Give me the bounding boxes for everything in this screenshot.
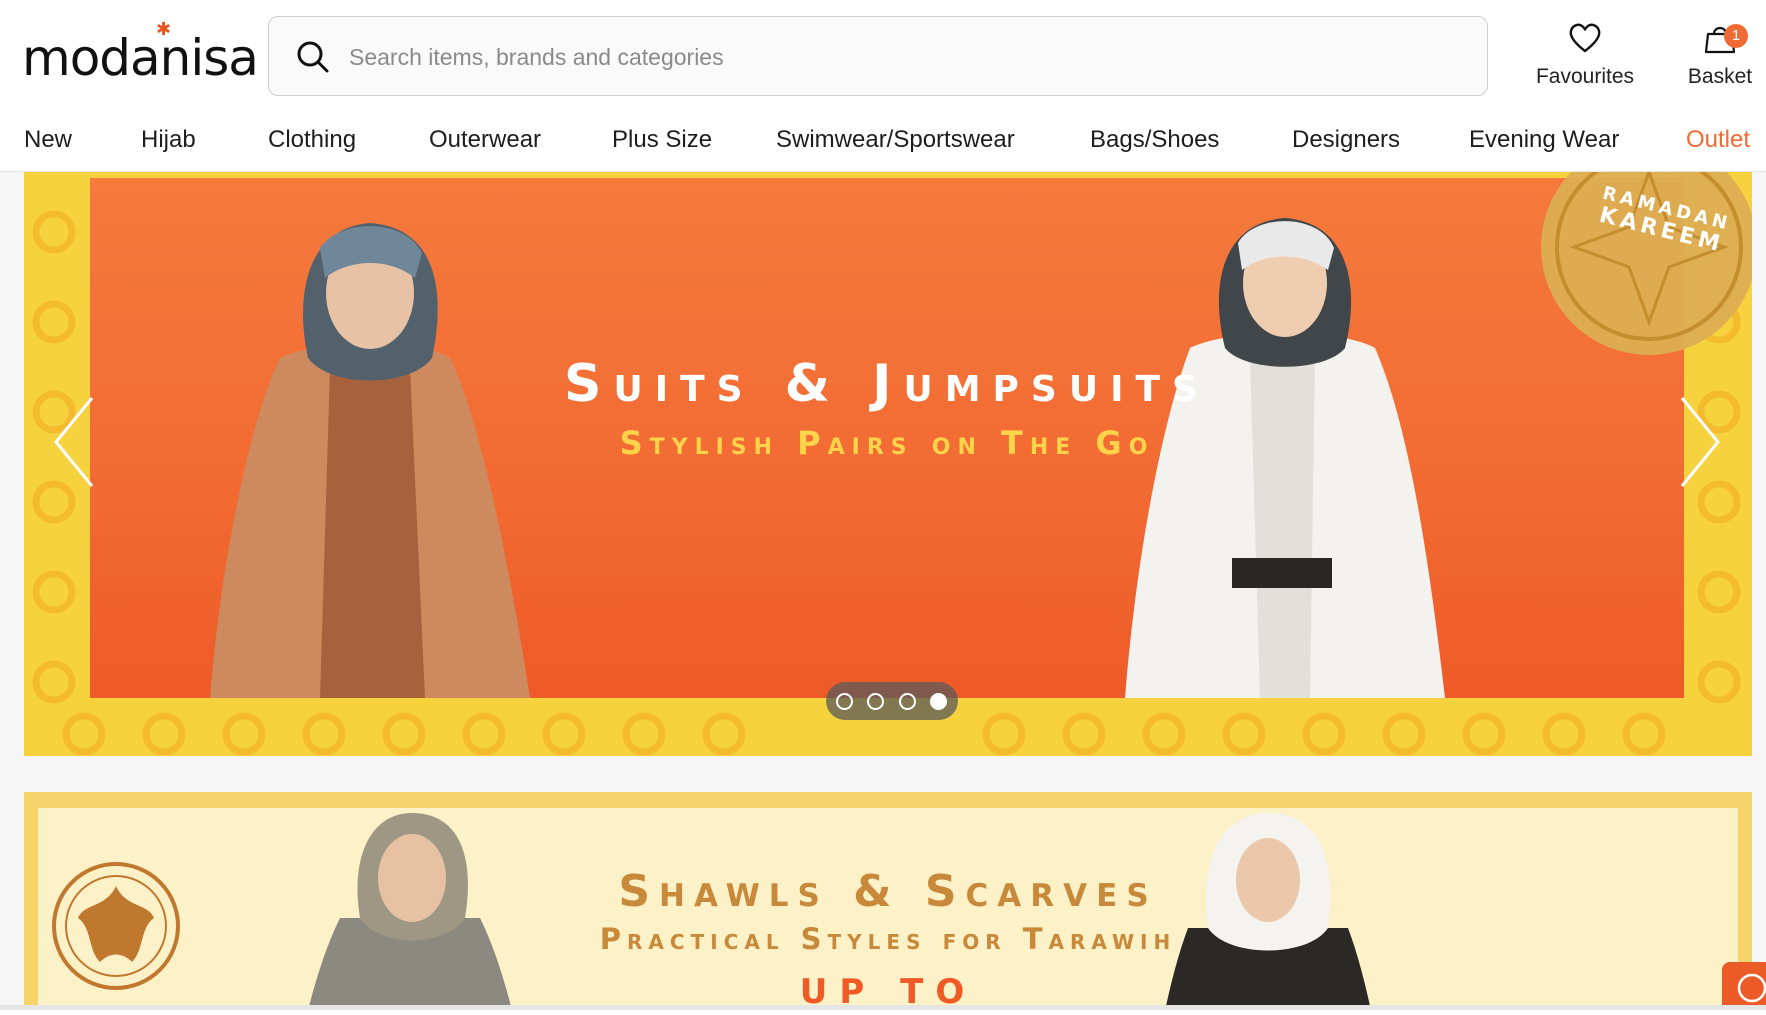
nav-item-new[interactable]: New (24, 126, 72, 154)
banner2-title: Shawls & Scarves (618, 866, 1158, 917)
nav-item-outerwear[interactable]: Outerwear (429, 126, 541, 154)
nav-item-clothing[interactable]: Clothing (268, 126, 356, 154)
favourites-label: Favourites (1535, 65, 1635, 88)
modanisa-logo[interactable]: modanisa ✱ (22, 18, 259, 88)
carousel-dot-3[interactable] (899, 693, 916, 710)
nav-item-plus-size[interactable]: Plus Size (612, 126, 712, 154)
nav-item-swimwear-sportswear[interactable]: Swimwear/Sportswear (776, 126, 1015, 154)
shawls-scarves-banner[interactable]: Shawls & Scarves Practical Styles for Ta… (24, 792, 1752, 1010)
nav-item-bags-shoes[interactable]: Bags/Shoes (1090, 126, 1219, 154)
carousel-pagination (826, 682, 958, 720)
hero-subtitle: Stylish Pairs on The Go (619, 424, 1155, 462)
site-header: modanisa ✱ Favourites 1 Basket (0, 0, 1766, 112)
basket-count-badge: 1 (1724, 24, 1748, 48)
hero-title: Suits & Jumpsuits (564, 354, 1210, 414)
chat-icon (1737, 973, 1766, 1003)
carousel-dot-1[interactable] (836, 693, 853, 710)
search-bar[interactable] (268, 16, 1488, 96)
basket-label: Basket (1687, 65, 1753, 88)
heart-icon (1569, 23, 1601, 53)
search-icon[interactable] (295, 39, 331, 75)
basket-button[interactable]: 1 Basket (1680, 22, 1760, 92)
chat-button[interactable] (1722, 962, 1766, 1010)
logo-star-icon: ✱ (156, 19, 172, 39)
category-nav: New Hijab Clothing Outerwear Plus Size S… (0, 112, 1766, 172)
favourites-button[interactable]: Favourites (1530, 22, 1640, 92)
chevron-right-icon[interactable] (1674, 392, 1724, 492)
carousel-dot-2[interactable] (867, 693, 884, 710)
nav-item-designers[interactable]: Designers (1292, 126, 1400, 154)
carousel-dot-4[interactable] (930, 693, 947, 710)
window-bottom-edge (0, 1005, 1766, 1010)
banner2-panel: Shawls & Scarves Practical Styles for Ta… (38, 808, 1738, 1010)
logo-text: modanisa (22, 29, 259, 87)
banner2-subtitle: Practical Styles for Tarawih (599, 922, 1177, 956)
chevron-left-icon[interactable] (50, 392, 100, 492)
hero-carousel[interactable]: Suits & Jumpsuits Stylish Pairs on The G… (24, 172, 1752, 756)
nav-item-evening-wear[interactable]: Evening Wear (1469, 126, 1619, 154)
hero-slide[interactable]: Suits & Jumpsuits Stylish Pairs on The G… (90, 178, 1684, 698)
nav-item-hijab[interactable]: Hijab (141, 126, 196, 154)
search-input[interactable] (349, 35, 1449, 79)
nav-item-outlet[interactable]: Outlet (1686, 126, 1750, 154)
